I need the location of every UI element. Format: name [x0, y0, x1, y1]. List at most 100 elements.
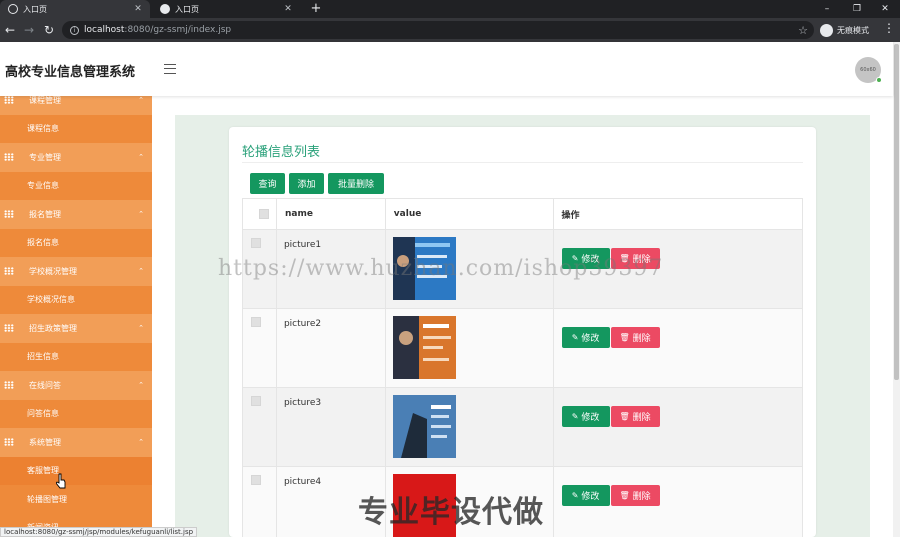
edit-button[interactable]: ✎ 修改 [561, 485, 610, 506]
table-row: picture3 ✎ 修改 🗑 删除 [242, 387, 804, 467]
sidebar-item[interactable]: 报名信息 [0, 228, 152, 257]
browser-toolbar: ← → ↻ i localhost:8080/gz-ssmj/index.jsp… [0, 18, 900, 42]
sidebar: 课程管理 ⌃ 课程信息专业管理 ⌃ 专业信息报名管理 ⌃ 报名信息学校概况管理 ⌃ 学校概况信息… [0, 96, 152, 537]
incognito-indicator[interactable]: 无痕模式 [820, 22, 869, 38]
table-row: picture2 ✎ 修改 🗑 删除 [242, 308, 804, 388]
incognito-icon [820, 23, 833, 37]
chevron-up-icon: ⌃ [138, 153, 144, 162]
info-icon[interactable]: i [70, 25, 79, 35]
tab-title: 入口页 [23, 4, 47, 14]
watermark-text: 专业毕设代做 [358, 495, 544, 530]
sidebar-item-label: 学校概况信息 [27, 295, 75, 305]
watermark-url: https://www.huzhan.com/ishop39397 [218, 256, 664, 281]
chevron-up-icon: ⌃ [138, 324, 144, 333]
reload-button[interactable]: ↻ [40, 21, 58, 39]
sidebar-item-label: 招生政策管理 [29, 323, 77, 333]
page-scrollbar[interactable] [893, 42, 900, 537]
column-header-name: name [275, 198, 386, 230]
close-window-button[interactable]: ✕ [870, 0, 900, 18]
scrollbar-thumb[interactable] [894, 44, 899, 380]
row-checkbox[interactable] [251, 475, 261, 485]
row-checkbox[interactable] [251, 396, 261, 406]
grid-icon [4, 438, 14, 447]
sidebar-item[interactable]: 学校概况信息 [0, 285, 152, 314]
minimize-button[interactable]: – [812, 0, 842, 18]
select-all-cell [242, 198, 277, 230]
restore-button[interactable]: ❐ [842, 0, 872, 18]
delete-button[interactable]: 🗑 删除 [610, 327, 660, 348]
sidebar-item-label: 轮播图管理 [27, 494, 67, 504]
tab-active[interactable]: 入口页 ✕ [0, 0, 150, 18]
sidebar-item-label: 系统管理 [29, 437, 61, 447]
sidebar-group[interactable]: 学校概况管理 ⌃ [0, 257, 152, 286]
chevron-up-icon: ⌃ [138, 96, 144, 105]
menu-toggle-icon[interactable] [164, 64, 176, 74]
grid-icon [4, 153, 14, 162]
sidebar-group[interactable]: 报名管理 ⌃ [0, 200, 152, 229]
row-checkbox[interactable] [251, 317, 261, 327]
page-favicon-icon [8, 4, 18, 14]
back-button[interactable]: ← [1, 21, 19, 39]
sidebar-group[interactable]: 系统管理 ⌃ [0, 428, 152, 457]
row-checkbox[interactable] [251, 238, 261, 248]
sidebar-item[interactable]: 客服管理 [0, 456, 152, 485]
chevron-up-icon: ⌃ [138, 381, 144, 390]
divider [242, 162, 803, 163]
address-bar[interactable]: i localhost:8080/gz-ssmj/index.jsp ☆ [62, 21, 814, 39]
forward-button[interactable]: → [20, 21, 38, 39]
trash-icon: 🗑 [619, 412, 630, 421]
trash-icon: 🗑 [619, 333, 630, 342]
sidebar-item-label: 专业信息 [27, 181, 59, 191]
column-header-actions: 操作 [552, 198, 804, 230]
search-button[interactable]: 查询 [250, 173, 285, 194]
sidebar-item-label: 客服管理 [27, 466, 59, 476]
delete-button[interactable]: 🗑 删除 [610, 485, 660, 506]
sidebar-item-label: 专业管理 [29, 152, 61, 162]
edit-button[interactable]: ✎ 修改 [561, 327, 610, 348]
sidebar-item[interactable]: 轮播图管理 [0, 485, 152, 514]
edit-button[interactable]: ✎ 修改 [561, 406, 610, 427]
grid-icon [4, 324, 14, 333]
url-text[interactable]: localhost:8080/gz-ssmj/index.jsp [84, 25, 798, 35]
sidebar-item-label: 报名信息 [27, 238, 59, 248]
sidebar-group[interactable]: 在线问答 ⌃ [0, 371, 152, 400]
sidebar-item[interactable]: 招生信息 [0, 342, 152, 371]
sidebar-item[interactable]: 问答信息 [0, 399, 152, 428]
globe-icon [160, 4, 170, 14]
sidebar-group[interactable]: 专业管理 ⌃ [0, 143, 152, 172]
chevron-up-icon: ⌃ [138, 438, 144, 447]
browser-menu-icon[interactable]: ⋮ [883, 21, 895, 35]
sidebar-group[interactable]: 招生政策管理 ⌃ [0, 314, 152, 343]
edit-icon: ✎ [571, 491, 579, 500]
browser-tabstrip: 入口页 ✕ 入口页 ✕ + – ❐ ✕ [0, 0, 900, 18]
grid-icon [4, 96, 14, 105]
batch-delete-button[interactable]: 批量删除 [328, 173, 384, 194]
new-tab-button[interactable]: + [308, 0, 324, 18]
carousel-list-card: 轮播信息列表 查询 添加 批量删除 name value 操作 picture1… [229, 127, 816, 537]
delete-button[interactable]: 🗑 删除 [610, 406, 660, 427]
app-header: 高校专业信息管理系统 60x60 [0, 42, 893, 96]
column-header-value: value [384, 198, 554, 230]
sidebar-group[interactable]: 课程管理 ⌃ [0, 96, 152, 115]
tab-title: 入口页 [175, 4, 199, 14]
row-name: picture3 [275, 387, 386, 467]
sidebar-item-label: 课程管理 [29, 96, 61, 105]
edit-icon: ✎ [571, 333, 579, 342]
row-name: picture2 [275, 308, 386, 388]
chevron-up-icon: ⌃ [138, 210, 144, 219]
grid-icon [4, 210, 14, 219]
grid-icon [4, 381, 14, 390]
sidebar-item-label: 课程信息 [27, 124, 59, 134]
table-header-row: name value 操作 [242, 198, 804, 230]
sidebar-item[interactable]: 专业信息 [0, 171, 152, 200]
grid-icon [4, 267, 14, 276]
online-status-dot [876, 77, 882, 83]
tab-inactive[interactable]: 入口页 ✕ [152, 0, 300, 18]
tab-close-icon[interactable]: ✕ [282, 4, 294, 14]
bookmark-star-icon[interactable]: ☆ [798, 24, 808, 37]
tab-close-icon[interactable]: ✕ [132, 4, 144, 14]
link-status-bar: localhost:8080/gz-ssmj/jsp/modules/kefug… [0, 527, 198, 537]
select-all-checkbox[interactable] [259, 209, 269, 219]
add-button[interactable]: 添加 [289, 173, 324, 194]
sidebar-item[interactable]: 课程信息 [0, 114, 152, 143]
